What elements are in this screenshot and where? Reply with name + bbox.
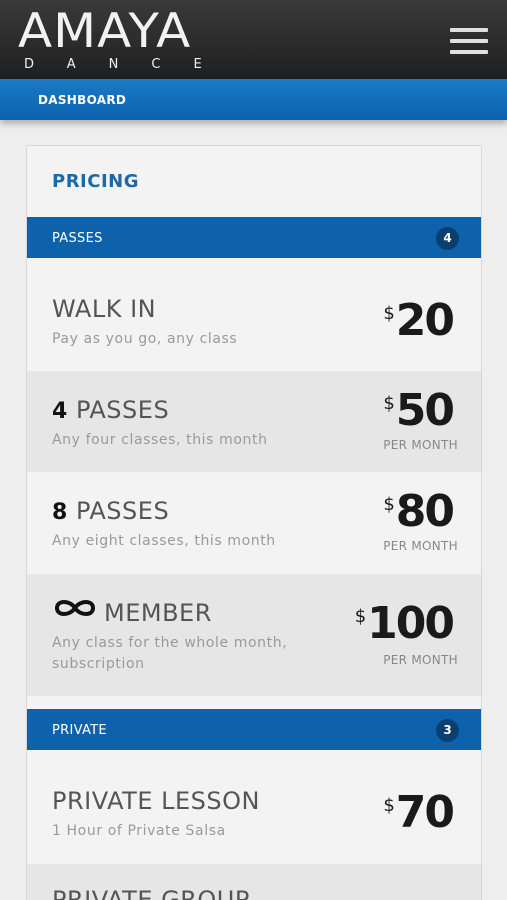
currency-symbol: $ (383, 494, 395, 515)
price-period: PER MONTH (383, 539, 458, 553)
price-row-8-passes[interactable]: 8 PASSES Any eight classes, this month $… (27, 472, 481, 574)
item-description: Any four classes, this month (52, 432, 268, 448)
price-row-walk-in[interactable]: WALK IN Pay as you go, any class $20 (27, 270, 481, 371)
currency-symbol: $ (354, 606, 367, 627)
section-header-private[interactable]: PRIVATE 3 (27, 709, 481, 750)
currency-symbol: $ (383, 795, 395, 816)
breadcrumb-dashboard-link[interactable]: DASHBOARD (38, 93, 126, 107)
item-price: $100 (354, 598, 455, 649)
item-description: 1 Hour of Private Salsa (52, 823, 226, 839)
price-amount: 20 (395, 295, 455, 346)
price-row-private-group[interactable]: PRIVATE GROUP (27, 864, 481, 900)
item-title-text: MEMBER (104, 599, 212, 627)
currency-symbol: $ (383, 303, 395, 324)
price-amount: 80 (395, 486, 455, 537)
item-title: 4 PASSES (52, 396, 169, 424)
price-row-member[interactable]: MEMBER Any class for the whole month, su… (27, 574, 481, 696)
hamburger-menu-icon[interactable] (447, 27, 491, 57)
pass-count: 8 (52, 500, 68, 525)
item-title: 8 PASSES (52, 497, 169, 525)
price-period: PER MONTH (383, 438, 458, 452)
app-header: AMAYA DANCE (0, 0, 507, 79)
item-price: $70 (383, 787, 455, 838)
item-title-text: PASSES (75, 396, 170, 424)
currency-symbol: $ (383, 393, 395, 414)
section-label: PASSES (52, 231, 103, 246)
item-price: $20 (383, 295, 455, 346)
price-row-4-passes[interactable]: 4 PASSES Any four classes, this month $5… (27, 371, 481, 472)
price-amount: 100 (367, 598, 455, 649)
infinity-icon (52, 597, 98, 625)
pass-count: 4 (52, 399, 68, 424)
item-description: Pay as you go, any class (52, 331, 238, 347)
amaya-dance-logo[interactable]: AMAYA DANCE (18, 6, 235, 72)
item-title: PRIVATE GROUP (52, 886, 250, 900)
price-period: PER MONTH (383, 653, 458, 667)
item-title: WALK IN (52, 295, 157, 323)
item-title: PRIVATE LESSON (52, 787, 260, 815)
count-badge: 3 (436, 719, 459, 742)
logo-wordmark: AMAYA (18, 4, 192, 59)
section-header-passes[interactable]: PASSES 4 (27, 217, 481, 258)
breadcrumb-bar: DASHBOARD (0, 79, 507, 120)
page-title: PRICING (52, 171, 139, 192)
price-row-private-lesson[interactable]: PRIVATE LESSON 1 Hour of Private Salsa $… (27, 762, 481, 864)
pricing-card: PRICING PASSES 4 WALK IN Pay as you go, … (26, 145, 482, 900)
item-price: $80 (383, 486, 455, 537)
price-amount: 70 (395, 787, 455, 838)
item-price: $50 (383, 385, 455, 436)
count-badge: 4 (436, 227, 459, 250)
item-description: Any class for the whole month, subscript… (52, 635, 288, 672)
price-amount: 50 (395, 385, 455, 436)
section-label: PRIVATE (52, 723, 107, 738)
item-title: MEMBER (52, 599, 212, 628)
item-title-text: PASSES (75, 497, 170, 525)
item-description: Any eight classes, this month (52, 533, 276, 549)
logo-subtitle: DANCE (24, 57, 235, 72)
